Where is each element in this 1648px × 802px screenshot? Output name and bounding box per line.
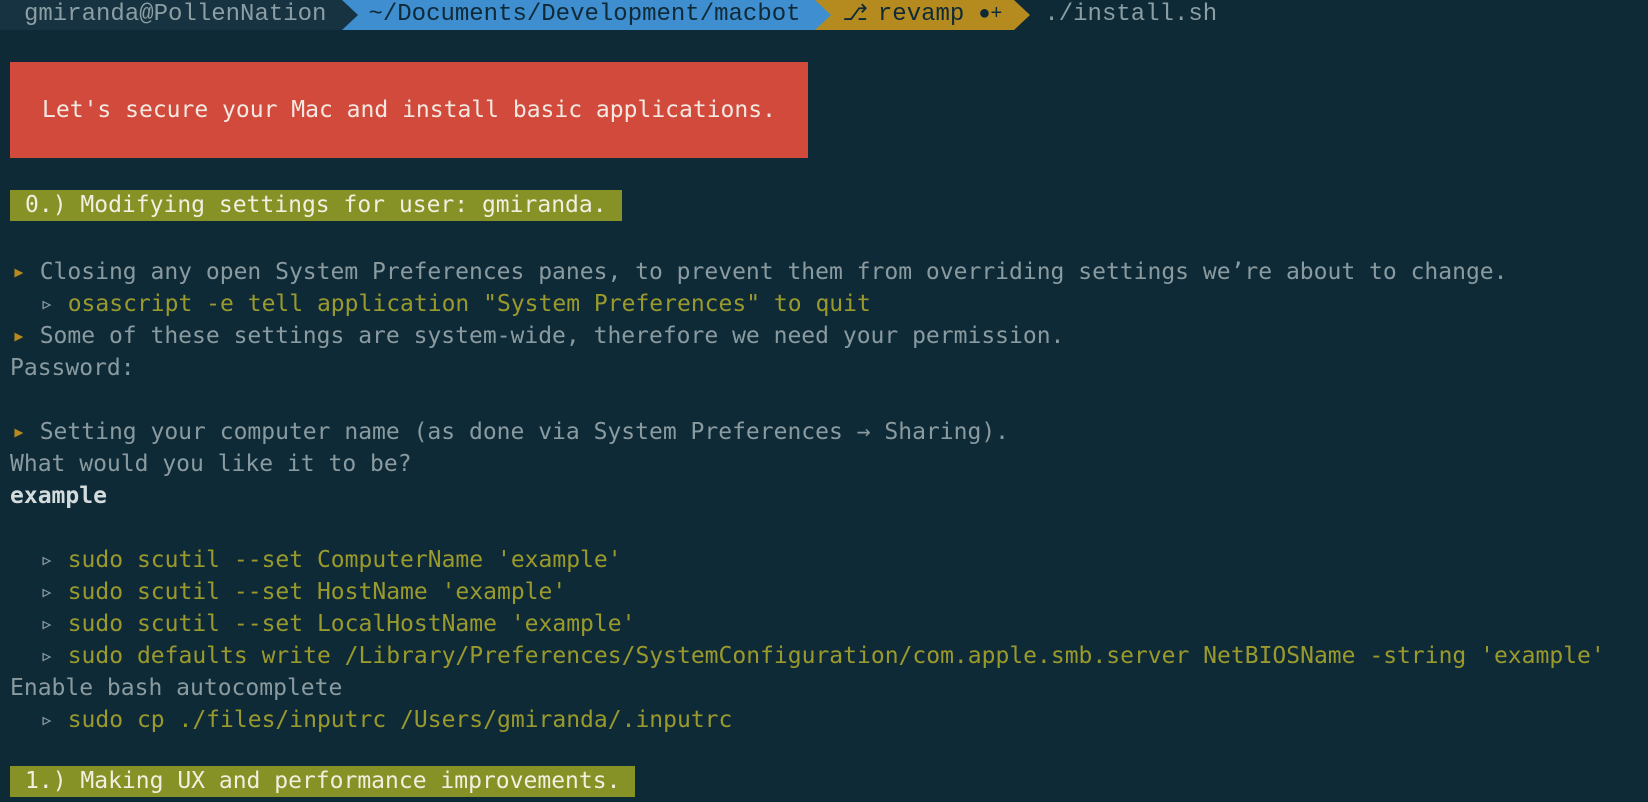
prompt-user-host-text: gmiranda@PollenNation	[24, 1, 327, 28]
command-line: ▹ osascript -e tell application "System …	[40, 291, 871, 317]
question-line: What would you like it to be?	[10, 451, 412, 477]
prompt-command[interactable]: ./install.sh	[1014, 0, 1217, 30]
git-branch-icon: ⎇	[842, 2, 868, 27]
prompt-user-host: gmiranda@PollenNation	[0, 0, 359, 30]
command-line: ▹ sudo scutil --set LocalHostName 'examp…	[40, 611, 636, 637]
section-header: 0.) Modifying settings for user: gmirand…	[10, 190, 622, 221]
apple-row-top	[10, 62, 808, 94]
password-prompt[interactable]: Password:	[10, 352, 135, 384]
output-line: Enable bash autocomplete	[10, 675, 343, 701]
user-input-line[interactable]: example	[10, 480, 107, 512]
key-icon: ●+	[978, 3, 1003, 26]
prompt-path: ~/Documents/Development/macbot	[342, 0, 831, 30]
output-line: ▸ Setting your computer name (as done vi…	[12, 419, 1010, 445]
output-line: ▸ Closing any open System Preferences pa…	[12, 259, 1508, 285]
command-line: ▹ sudo cp ./files/inputrc /Users/gmirand…	[40, 707, 733, 733]
shell-prompt: gmiranda@PollenNation ~/Documents/Develo…	[0, 0, 1217, 32]
prompt-path-text: ~/Documents/Development/macbot	[368, 1, 801, 28]
apple-row-bottom	[10, 126, 808, 158]
banner-title: Let's secure your Mac and install basic …	[42, 97, 776, 123]
prompt-command-text: ./install.sh	[1044, 1, 1218, 28]
command-line: ▹ sudo defaults write /Library/Preferenc…	[40, 643, 1605, 669]
prompt-branch-text: revamp	[877, 1, 965, 28]
welcome-banner: Let's secure your Mac and install basic …	[10, 62, 808, 158]
section-header: 1.) Making UX and performance improvemen…	[10, 766, 636, 797]
output-line: ▸ Some of these settings are system-wide…	[12, 323, 1065, 349]
command-line: ▹ sudo scutil --set ComputerName 'exampl…	[40, 547, 622, 573]
command-line: ▹ sudo scutil --set HostName 'example'	[40, 579, 567, 605]
prompt-git-branch: ⎇ revamp ●+	[814, 0, 1031, 30]
